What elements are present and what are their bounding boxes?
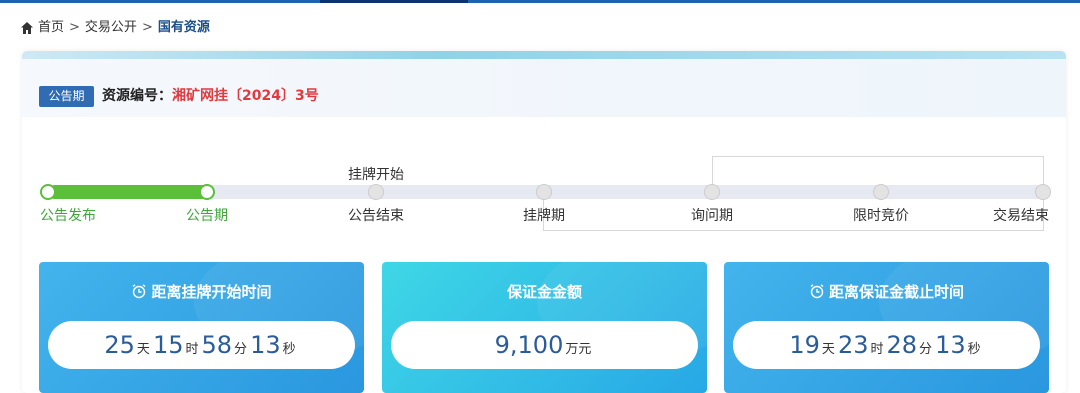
breadcrumb-separator: > bbox=[69, 20, 80, 35]
seconds-value: 13 bbox=[250, 331, 281, 359]
breadcrumb-home-link[interactable]: 首页 bbox=[38, 19, 64, 37]
countdown-pill: 25 天 15 时 58 分 13 秒 bbox=[48, 321, 355, 369]
top-nav-strip bbox=[0, 0, 1080, 3]
days-value: 25 bbox=[104, 331, 135, 359]
step-dot-announce-period bbox=[199, 184, 215, 200]
hours-value: 15 bbox=[152, 331, 184, 359]
hours-value: 23 bbox=[837, 331, 869, 359]
timeline-bracket-lower bbox=[543, 200, 1044, 231]
resource-number: 资源编号：湘矿网挂〔2024〕3号 bbox=[102, 86, 319, 107]
seconds-unit: 秒 bbox=[967, 342, 981, 357]
card-title: 距离保证金截止时间 bbox=[724, 282, 1049, 302]
alarm-clock-icon bbox=[810, 284, 824, 299]
listing-start-label: 挂牌开始 bbox=[348, 167, 404, 183]
days-value: 19 bbox=[789, 331, 820, 359]
seconds-unit: 秒 bbox=[282, 342, 296, 357]
step-dot-inquiry bbox=[704, 184, 720, 200]
breadcrumb-current: 国有资源 bbox=[157, 20, 210, 35]
deposit-amount-value: 9,100 bbox=[494, 331, 564, 359]
step-dot-announce-end bbox=[368, 184, 384, 200]
card-title-text: 保证金金额 bbox=[506, 283, 582, 301]
step-label-listing: 挂牌期 bbox=[523, 208, 565, 224]
step-dot-announce bbox=[40, 184, 56, 200]
step-dot-listing bbox=[536, 184, 552, 200]
step-label-announce: 公告发布 bbox=[40, 208, 96, 224]
step-dot-bidding bbox=[873, 184, 889, 200]
countdown-listing-card: 距离挂牌开始时间 25 天 15 时 58 分 13 秒 bbox=[39, 262, 364, 393]
breadcrumb: 首页 > 交易公开 > 国有资源 bbox=[20, 19, 210, 37]
hours-unit: 时 bbox=[870, 342, 884, 357]
card-title: 距离挂牌开始时间 bbox=[39, 282, 364, 302]
deposit-amount-unit: 万元 bbox=[565, 342, 592, 357]
timeline-bracket-upper bbox=[712, 156, 1044, 187]
step-dot-trade-end bbox=[1035, 184, 1051, 200]
panel-accent-bar bbox=[22, 51, 1066, 59]
countdown-pill: 19 天 23 时 28 分 13 秒 bbox=[733, 321, 1040, 369]
hours-unit: 时 bbox=[185, 342, 199, 357]
card-title: 保证金金额 bbox=[382, 282, 707, 302]
breadcrumb-separator: > bbox=[141, 20, 153, 35]
days-unit: 天 bbox=[821, 342, 835, 357]
resource-number-label: 资源编号： bbox=[102, 88, 172, 104]
status-badge: 公告期 bbox=[39, 86, 94, 107]
countdown-deposit-card: 距离保证金截止时间 19 天 23 时 28 分 13 秒 bbox=[724, 262, 1049, 393]
resource-number-value: 湘矿网挂〔2024〕3号 bbox=[172, 88, 319, 104]
alarm-clock-icon bbox=[133, 284, 146, 299]
progress-fill bbox=[48, 185, 208, 199]
minutes-unit: 分 bbox=[919, 342, 933, 357]
minutes-value: 58 bbox=[201, 331, 233, 359]
deposit-amount-card: 保证金金额 9,100 万元 bbox=[382, 262, 707, 393]
step-label-inquiry: 询问期 bbox=[691, 208, 733, 224]
step-label-bidding: 限时竞价 bbox=[853, 208, 909, 224]
card-title-text: 距离保证金截止时间 bbox=[828, 283, 964, 301]
step-label-trade-end: 交易结束 bbox=[993, 208, 1049, 224]
active-nav-indicator bbox=[320, 0, 468, 3]
step-label-announce-period: 公告期 bbox=[186, 208, 228, 224]
breadcrumb-trade-public-link[interactable]: 交易公开 bbox=[85, 19, 137, 37]
minutes-value: 28 bbox=[886, 331, 918, 359]
panel-header: 公告期 资源编号：湘矿网挂〔2024〕3号 bbox=[22, 59, 1066, 117]
seconds-value: 13 bbox=[935, 331, 966, 359]
minutes-unit: 分 bbox=[234, 342, 248, 357]
step-label-announce-end: 公告结束 bbox=[348, 208, 404, 224]
days-unit: 天 bbox=[136, 342, 150, 357]
home-icon bbox=[21, 22, 33, 34]
amount-pill: 9,100 万元 bbox=[391, 321, 698, 369]
card-title-text: 距离挂牌开始时间 bbox=[151, 283, 272, 301]
